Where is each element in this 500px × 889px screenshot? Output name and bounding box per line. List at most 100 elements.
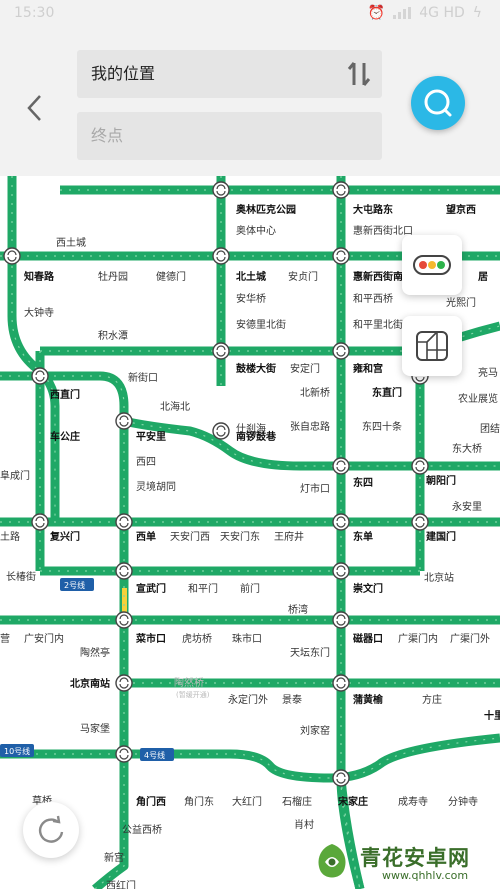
station-label[interactable]: 公益西桥 [122,823,162,836]
station-label[interactable]: 天安门西 [170,530,210,543]
station-label[interactable]: 北土城 [236,270,266,283]
station-label[interactable]: 北新桥 [300,386,330,399]
station-label[interactable]: 宋家庄 [337,795,368,808]
transfer-station-marker[interactable] [31,367,49,385]
station-label[interactable]: 知春路 [23,270,55,283]
station-label[interactable]: 朝阳门 [426,474,456,487]
station-label[interactable]: 和平里北街 [353,318,403,331]
station-label[interactable]: 景泰 [282,693,302,706]
station-label[interactable]: 鼓楼大街 [236,362,276,375]
station-label[interactable]: 广渠门外 [450,632,490,645]
station-label[interactable]: 陶然桥 [174,676,204,689]
station-label[interactable]: 光熙门 [446,296,476,309]
station-label[interactable]: 广安门内 [24,632,64,645]
station-label[interactable]: 宣武门 [136,582,166,595]
station-label[interactable]: 虎坊桥 [182,632,212,645]
station-label[interactable]: 角门西 [136,795,166,808]
station-label[interactable]: 西直门 [50,388,80,401]
station-label[interactable]: 安定门 [290,362,320,375]
station-label[interactable]: 北京站 [424,571,454,584]
transfer-station-marker[interactable] [212,342,230,360]
transfer-station-marker[interactable] [332,457,350,475]
station-label[interactable]: 平安里 [136,430,166,443]
station-label[interactable]: 安德里北街 [236,318,286,331]
transfer-station-marker[interactable] [115,745,133,763]
station-label[interactable]: 东四十条 [362,420,402,433]
station-label[interactable]: 灵境胡同 [136,480,176,493]
transfer-station-marker[interactable] [31,513,49,531]
station-label[interactable]: 方庄 [422,693,442,706]
transfer-station-marker[interactable] [332,769,350,787]
transfer-station-marker[interactable] [411,457,429,475]
station-label[interactable]: 广渠门内 [398,632,438,645]
station-label[interactable]: 西土城 [56,236,86,249]
transfer-station-marker[interactable] [332,513,350,531]
station-label[interactable]: 和平西桥 [353,293,393,305]
station-label[interactable]: 大钟寺 [24,306,54,319]
swap-icon[interactable] [346,60,372,88]
station-label[interactable]: 团结 [480,422,500,435]
station-label[interactable]: 东大桥 [452,442,482,455]
station-label[interactable]: 灯市口 [300,482,330,495]
station-label[interactable]: 建国门 [425,530,456,543]
station-label[interactable]: 永安里 [452,500,482,513]
station-label[interactable]: 车公庄 [50,430,80,443]
transfer-station-marker[interactable] [411,513,429,531]
station-label[interactable]: 望京西 [446,203,476,216]
station-label[interactable]: 奥林匹克公园 [236,203,296,216]
station-label[interactable]: 农业展览 [458,392,498,405]
station-label[interactable]: 前门 [240,582,260,595]
station-label[interactable]: 东直门 [372,386,402,399]
station-label[interactable]: 石榴庄 [282,795,312,808]
transfer-station-marker[interactable] [332,247,350,265]
station-label[interactable]: 菜市口 [135,632,166,645]
station-label[interactable]: 南锣鼓巷 [236,430,277,443]
station-label[interactable]: 崇文门 [353,582,383,595]
station-label[interactable]: 营 [0,632,10,645]
station-label[interactable]: 王府井 [274,530,304,543]
station-label[interactable]: 安华桥 [236,292,266,305]
station-label[interactable]: 蒲黄榆 [353,693,384,706]
search-button[interactable] [411,76,465,130]
station-label[interactable]: 马家堡 [80,722,110,735]
end-point-input[interactable]: 终点 [77,112,382,160]
station-label[interactable]: 土路 [0,530,20,543]
station-label[interactable]: 大屯路东 [353,203,393,216]
station-label[interactable]: 东单 [353,530,373,543]
transfer-station-marker[interactable] [332,562,350,580]
station-label[interactable]: 刘家窑 [300,724,330,737]
station-label[interactable]: 磁器口 [353,632,383,645]
station-label[interactable]: 北京南站 [70,677,110,690]
transfer-station-marker[interactable] [212,181,230,199]
back-button[interactable] [22,88,50,128]
station-label[interactable]: 新宫 [104,851,124,864]
station-label[interactable]: 西单 [136,530,156,543]
station-label[interactable]: 东四 [353,476,373,489]
transfer-station-marker[interactable] [115,513,133,531]
station-label[interactable]: 牡丹园 [98,270,128,283]
station-label[interactable]: 奥体中心 [236,224,276,237]
subway-layer-button[interactable] [402,316,462,376]
line-10-south[interactable] [0,733,500,783]
transfer-station-marker[interactable] [332,674,350,692]
transfer-station-marker[interactable] [115,412,133,430]
station-label[interactable]: 和平门 [188,582,218,595]
station-label[interactable]: 张自忠路 [290,420,330,433]
station-label[interactable]: 桥湾 [288,603,308,616]
station-label[interactable]: 新街口 [128,371,158,384]
station-label[interactable]: 复兴门 [49,530,80,543]
refresh-button[interactable] [23,802,79,858]
transfer-station-marker[interactable] [212,422,230,440]
station-label[interactable]: 雍和宫 [353,362,383,375]
station-label[interactable]: 肖村 [294,818,314,831]
station-label[interactable]: 珠市口 [232,632,262,645]
transfer-station-marker[interactable] [115,674,133,692]
station-label[interactable]: 天安门东 [220,530,260,543]
station-label[interactable]: 北海北 [160,400,190,413]
station-label[interactable]: 天坛东门 [290,646,330,659]
transfer-station-marker[interactable] [332,181,350,199]
station-label[interactable]: 角门东 [184,795,214,808]
station-label[interactable]: 西四 [136,457,156,468]
station-label[interactable]: 陶然亭 [80,646,110,659]
transfer-station-marker[interactable] [115,611,133,629]
